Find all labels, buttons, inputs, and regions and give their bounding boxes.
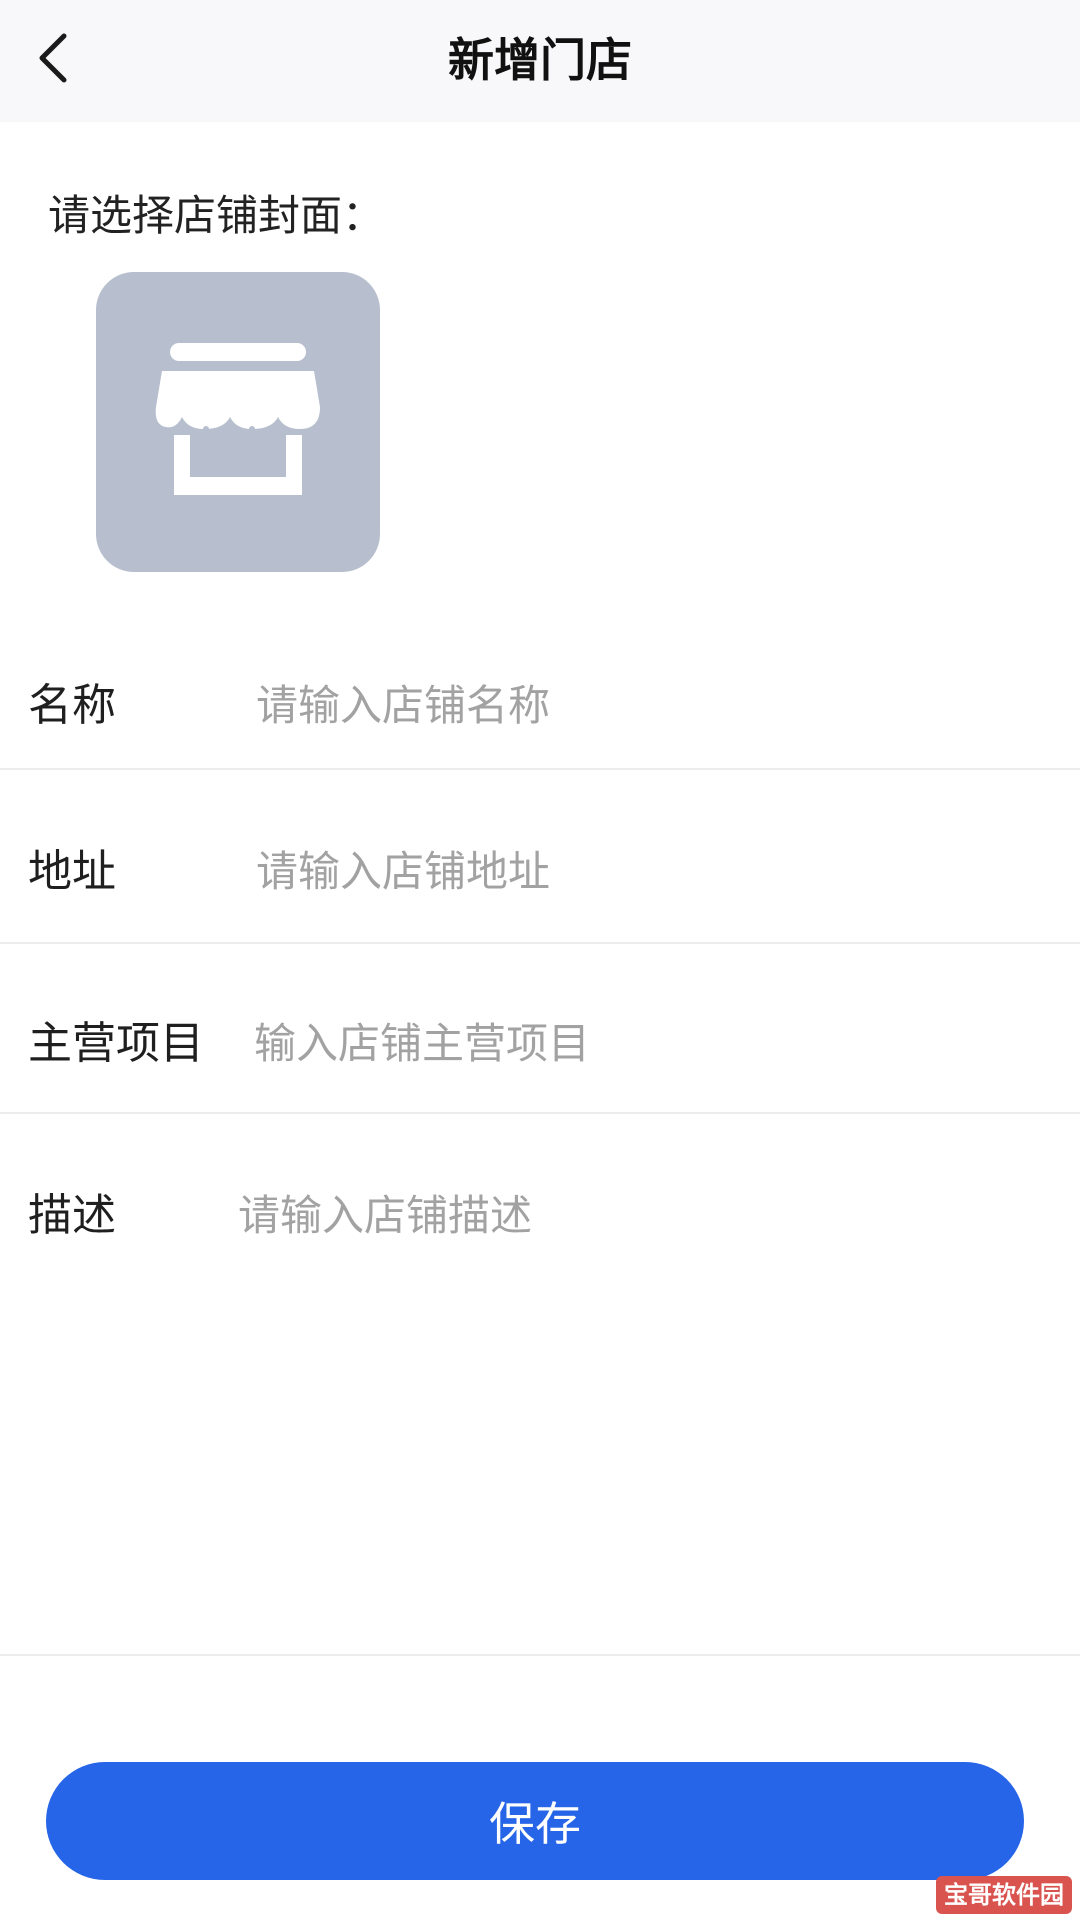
business-row: 主营项目 [0,944,1080,1114]
page-title: 新增门店 [448,33,632,87]
address-row: 地址 [0,770,1080,944]
name-label: 名称 [28,680,116,731]
description-label: 描述 [28,1190,116,1241]
store-business-input[interactable] [254,1014,1014,1074]
store-icon [155,343,320,495]
cover-label: 请选择店铺封面： [48,191,385,240]
business-label: 主营项目 [28,1018,204,1069]
cover-image-picker[interactable] [96,272,380,572]
app-header: 新增门店 [0,0,1080,122]
store-name-input[interactable] [256,676,1016,736]
watermark: 宝哥软件园 [936,1876,1072,1914]
save-button[interactable]: 保存 [46,1762,1024,1880]
name-row: 名称 [0,640,1080,770]
store-address-input[interactable] [256,842,1016,902]
store-description-input[interactable] [238,1186,998,1586]
description-row: 描述 [0,1114,1080,1656]
address-label: 地址 [28,846,116,897]
